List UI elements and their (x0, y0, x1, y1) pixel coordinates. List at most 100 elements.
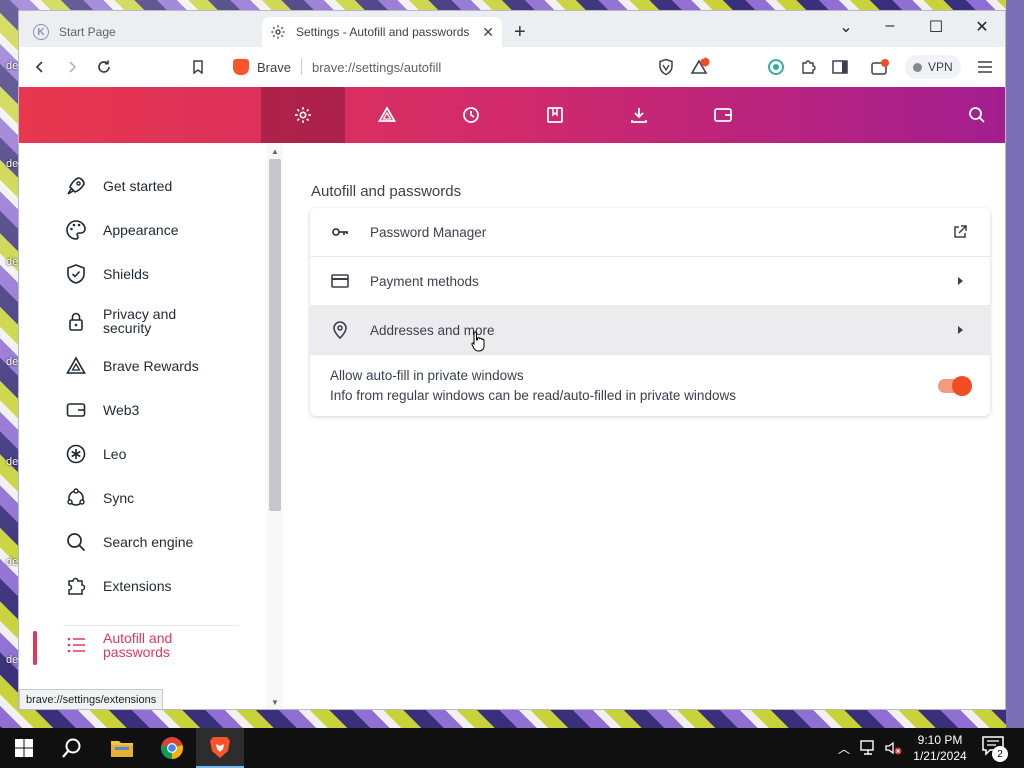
network-icon[interactable] (860, 740, 878, 756)
sidebar-item-shields[interactable]: Shields (63, 261, 213, 287)
brave-shields-icon[interactable] (655, 56, 677, 78)
sidebar-scrollbar[interactable]: ▲ ▼ (267, 143, 283, 709)
taskbar-clock[interactable]: 9:10 PM 1/21/2024 (908, 732, 972, 764)
sidebar-item-brave-rewards[interactable]: Brave Rewards (63, 353, 213, 379)
scrollbar-thumb[interactable] (269, 159, 281, 511)
rewards-triangle-icon (63, 353, 89, 379)
taskbar-file-explorer[interactable] (98, 728, 146, 768)
payment-methods-row[interactable]: Payment methods (310, 257, 990, 305)
new-tab-button[interactable]: + (514, 22, 526, 42)
sidebar-item-get-started[interactable]: Get started (63, 173, 213, 199)
bookmarks-icon (547, 107, 563, 123)
forward-icon[interactable] (61, 56, 83, 78)
close-tab-icon[interactable]: ✕ (482, 24, 494, 41)
sidebar-item-web3[interactable]: Web3 (63, 397, 213, 423)
desktop-icon-label[interactable]: de (6, 356, 18, 368)
sidebar-item-leo[interactable]: Leo (63, 441, 213, 467)
desktop-icon-label[interactable]: de (6, 654, 18, 666)
arrow-right-icon (950, 320, 970, 340)
desktop-icon-label[interactable]: de (6, 556, 18, 568)
tab-settings[interactable]: Settings - Autofill and passwords ✕ (262, 17, 502, 47)
download-icon (631, 108, 647, 123)
start-button[interactable] (0, 728, 48, 768)
vpn-button[interactable]: VPN (905, 55, 961, 79)
address-bar-brand: Brave (257, 59, 291, 75)
bookmarks-tab[interactable] (513, 87, 597, 143)
tray-overflow-chevron-icon[interactable]: ︿ (838, 740, 850, 757)
minimize-button[interactable]: – (867, 17, 913, 35)
wallet-notification-icon[interactable] (869, 56, 891, 78)
windows-logo-icon (15, 739, 33, 757)
addresses-row[interactable]: Addresses and more (310, 306, 990, 354)
sidebar-item-search-engine[interactable]: Search engine (63, 529, 213, 555)
vpn-label: VPN (928, 60, 953, 74)
wallet-icon (63, 397, 89, 423)
rewards-badge: 1 (701, 54, 705, 61)
arrow-right-icon (950, 271, 970, 291)
chrome-icon (161, 737, 183, 759)
location-pin-icon (330, 320, 350, 340)
volume-muted-icon[interactable] (884, 740, 902, 756)
history-icon (463, 107, 479, 123)
settings-sidebar: Get started Appearance Shields Privacy a… (19, 143, 267, 709)
sidebar-selection-indicator (33, 631, 37, 665)
clock-date: 1/21/2024 (913, 749, 967, 763)
back-icon[interactable] (29, 56, 51, 78)
sidebar-item-label: Leo (103, 446, 127, 462)
sidebar-item-extensions[interactable]: Extensions (63, 573, 213, 599)
tab-start-page[interactable]: K Start Page (25, 17, 261, 47)
rewards-triangle-icon (377, 106, 397, 122)
scroll-up-arrow-icon[interactable]: ▲ (271, 147, 279, 156)
sidebar-item-label: Appearance (103, 222, 179, 238)
taskbar: ︿ 9:10 PM 1/21/2024 2 (0, 728, 1024, 768)
tab-strip: K Start Page Settings - Autofill and pas… (19, 11, 1005, 47)
taskbar-chrome[interactable] (148, 728, 196, 768)
reload-icon[interactable] (93, 56, 115, 78)
sidebar-item-appearance[interactable]: Appearance (63, 217, 213, 243)
wallet-icon (714, 108, 732, 122)
external-link-icon[interactable] (950, 222, 970, 242)
brave-rewards-icon[interactable]: 1 (689, 54, 711, 78)
leo-icon[interactable] (765, 56, 787, 78)
lock-icon (63, 308, 89, 334)
rewards-tab[interactable] (345, 87, 429, 143)
history-tab[interactable] (429, 87, 513, 143)
sidebar-item-label: Sync (103, 490, 135, 506)
private-autofill-toggle[interactable] (938, 375, 972, 396)
menu-hamburger-icon[interactable] (974, 56, 996, 78)
desktop-icon-label[interactable]: de (6, 158, 18, 170)
bookmark-icon[interactable] (187, 56, 209, 78)
desktop-icon-label[interactable]: de (6, 256, 18, 268)
gear-icon (295, 107, 311, 123)
taskbar-brave[interactable] (196, 728, 244, 768)
desktop-icon-label[interactable]: de (6, 456, 18, 468)
clock-time: 9:10 PM (917, 733, 963, 747)
address-bar-url[interactable]: brave://settings/autofill (312, 60, 441, 75)
hand-cursor-icon (471, 331, 485, 353)
taskbar-search-button[interactable] (48, 728, 96, 768)
key-icon (330, 222, 350, 242)
sidebar-toggle-icon[interactable] (829, 56, 851, 78)
maximize-button[interactable]: ☐ (913, 17, 959, 37)
downloads-tab[interactable] (597, 87, 681, 143)
settings-header (19, 87, 1005, 143)
tab-search-chevron-icon[interactable]: ⌄ (823, 17, 869, 37)
sidebar-item-privacy[interactable]: Privacy and security (63, 307, 213, 335)
sidebar-item-sync[interactable]: Sync (63, 485, 213, 511)
settings-gear-tab[interactable] (261, 87, 345, 143)
wallet-tab[interactable] (681, 87, 765, 143)
search-icon (62, 738, 81, 758)
address-bar[interactable]: Brave brave://settings/autofill (225, 51, 649, 83)
settings-search-button[interactable] (935, 87, 1005, 143)
scroll-down-arrow-icon[interactable]: ▼ (271, 698, 279, 707)
brave-lion-icon (210, 737, 230, 758)
password-manager-row[interactable]: Password Manager (310, 208, 990, 256)
puzzle-icon (63, 573, 89, 599)
extensions-puzzle-icon[interactable] (797, 56, 819, 78)
sidebar-item-autofill[interactable]: Autofill and passwords (63, 631, 213, 659)
desktop-icon-label[interactable]: de (6, 60, 18, 72)
close-window-button[interactable]: ✕ (959, 17, 1005, 37)
sidebar-item-label: Shields (103, 266, 149, 282)
notification-badge: 2 (992, 746, 1008, 762)
sidebar-divider (63, 625, 238, 626)
